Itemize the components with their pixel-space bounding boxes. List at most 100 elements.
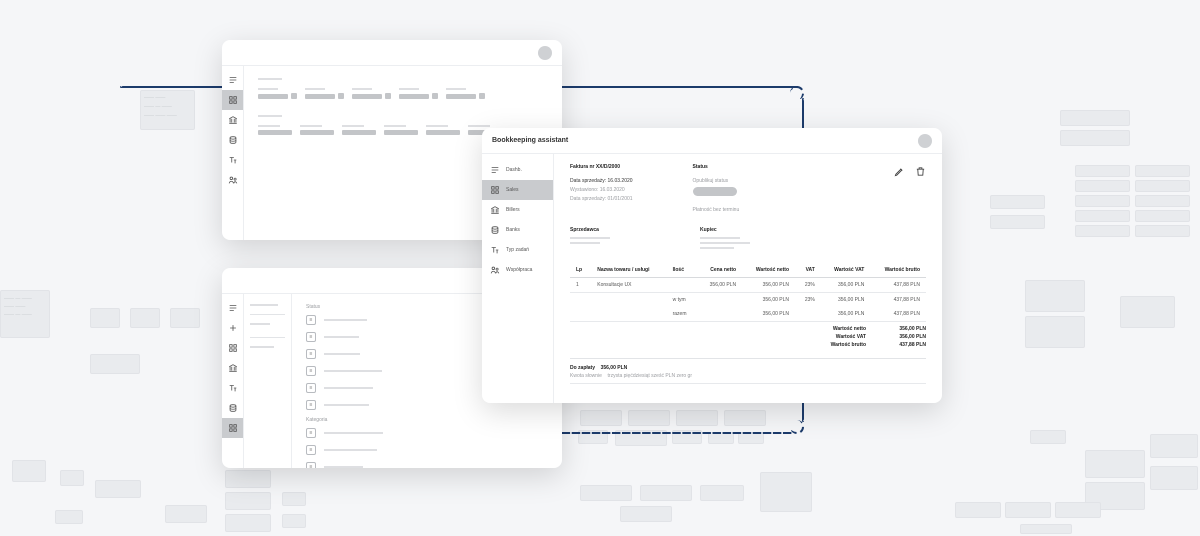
field-label [300, 125, 322, 127]
bank-icon [228, 115, 238, 125]
form-field[interactable] [352, 88, 391, 99]
bg-flow-node [620, 506, 672, 522]
checkbox-icon: ≡ [306, 428, 316, 438]
field-label [399, 88, 419, 90]
sidebar-item-typ-zadań[interactable]: Typ zadań [482, 240, 553, 260]
list-item-label [324, 449, 377, 451]
checkbox-icon: ≡ [306, 315, 316, 325]
sidebar-item-label: Typ zadań [506, 247, 529, 253]
buyer-block: Kupiec [700, 227, 750, 249]
table-cell: 356,00 PLN [742, 293, 795, 308]
bg-flow-node [1075, 195, 1130, 207]
invoice-status-col: Status Opublikuj status Płatność bez ter… [693, 164, 740, 213]
sidebar-item-sales[interactable]: Sales [482, 180, 553, 200]
field-value [300, 130, 334, 135]
dropdown-icon [338, 93, 344, 99]
rail-item-people[interactable] [222, 170, 243, 190]
plus-icon [228, 323, 238, 333]
table-header-cell: Cena netto [697, 263, 742, 278]
form-field[interactable] [305, 88, 344, 99]
table-cell [667, 278, 697, 293]
field-label [468, 125, 490, 127]
rail-item-lines[interactable] [222, 70, 243, 90]
dropdown-icon [385, 93, 391, 99]
sidebar-item-billers[interactable]: Billers [482, 200, 553, 220]
form-field[interactable] [446, 88, 485, 99]
invoice-number: Faktura nr XX/D/2000 [570, 164, 633, 170]
rail-item-plus[interactable] [222, 318, 243, 338]
coins-icon [228, 403, 238, 413]
table-cell: 356,00 PLN [697, 278, 742, 293]
grid-icon [228, 423, 238, 433]
form-field[interactable] [426, 125, 460, 135]
field-label [305, 88, 325, 90]
bg-flow-node [1085, 450, 1145, 478]
sidebar-item-label: Banks [506, 227, 520, 233]
coins-icon [490, 225, 500, 235]
form-field[interactable] [384, 125, 418, 135]
bg-flow-node [700, 485, 744, 501]
rail-item-tt[interactable] [222, 378, 243, 398]
sidebar-rail [222, 294, 244, 468]
form-field[interactable] [300, 125, 334, 135]
list-item[interactable]: ≡ [306, 445, 548, 455]
table-header-cell: Ilość [667, 263, 697, 278]
sidebar: Dashb. Sales Billers Banks Typ zadań Wsp… [482, 154, 554, 403]
sidebar-item-dashb.[interactable]: Dashb. [482, 160, 553, 180]
checkbox-icon: ≡ [306, 462, 316, 468]
rail-item-bank[interactable] [222, 358, 243, 378]
sidebar-item-współpraca[interactable]: Współpraca [482, 260, 553, 280]
bank-icon [228, 363, 238, 373]
list-item[interactable]: ≡ [306, 462, 548, 468]
total-value: 356,00 PLN [601, 365, 628, 371]
checkbox-icon: ≡ [306, 366, 316, 376]
sidebar-item-banks[interactable]: Banks [482, 220, 553, 240]
invoice-sale-date: Data sprzedaży: 01/01/2001 [570, 196, 633, 202]
rail-item-coins[interactable] [222, 398, 243, 418]
form-field[interactable] [258, 88, 297, 99]
list-item-label [324, 319, 367, 321]
rail-item-tt[interactable] [222, 150, 243, 170]
table-cell: 437,88 PLN [870, 293, 926, 308]
bg-flow-node [1150, 466, 1198, 490]
table-cell: 356,00 PLN [821, 293, 871, 308]
field-label [258, 125, 280, 127]
rail-item-grid[interactable] [222, 418, 243, 438]
table-header-cell: Wartość VAT [821, 263, 871, 278]
tt-icon [490, 245, 500, 255]
bg-flow-node [225, 492, 271, 510]
table-row: razem356,00 PLN356,00 PLN437,88 PLN [570, 307, 926, 322]
form-field[interactable] [258, 125, 292, 135]
rail-item-grid[interactable] [222, 90, 243, 110]
list-item-label [324, 370, 382, 372]
rail-item-bank[interactable] [222, 110, 243, 130]
section-label [258, 76, 548, 82]
table-cell: 356,00 PLN [742, 307, 795, 322]
coins-icon [228, 135, 238, 145]
tt-icon [228, 383, 238, 393]
table-cell: 23% [795, 278, 821, 293]
total-label: Do zapłaty [570, 365, 595, 371]
form-field[interactable] [399, 88, 438, 99]
bg-flow-node [955, 502, 1001, 518]
table-header-cell: Lp [570, 263, 591, 278]
sidebar-item-label: Dashb. [506, 167, 522, 173]
form-field[interactable] [342, 125, 376, 135]
table-header-cell: Nazwa towaru / usługi [591, 263, 666, 278]
table-cell [795, 307, 821, 322]
field-value [305, 94, 335, 99]
list-item-label [324, 404, 369, 406]
sidebar-item-label: Sales [506, 187, 519, 193]
edit-icon[interactable] [894, 166, 905, 177]
filter-panel [244, 294, 292, 468]
invoice-date: Data sprzedaży: 16.03.2020 [570, 178, 633, 184]
rail-item-lines[interactable] [222, 298, 243, 318]
bg-flow-node [1030, 430, 1066, 444]
delete-icon[interactable] [915, 166, 926, 177]
list-item[interactable]: ≡ [306, 428, 548, 438]
rail-item-grid[interactable] [222, 338, 243, 358]
bg-flow-text: —— —— —— [144, 113, 177, 120]
list-item-label [324, 336, 359, 338]
rail-item-coins[interactable] [222, 130, 243, 150]
checkbox-icon: ≡ [306, 445, 316, 455]
